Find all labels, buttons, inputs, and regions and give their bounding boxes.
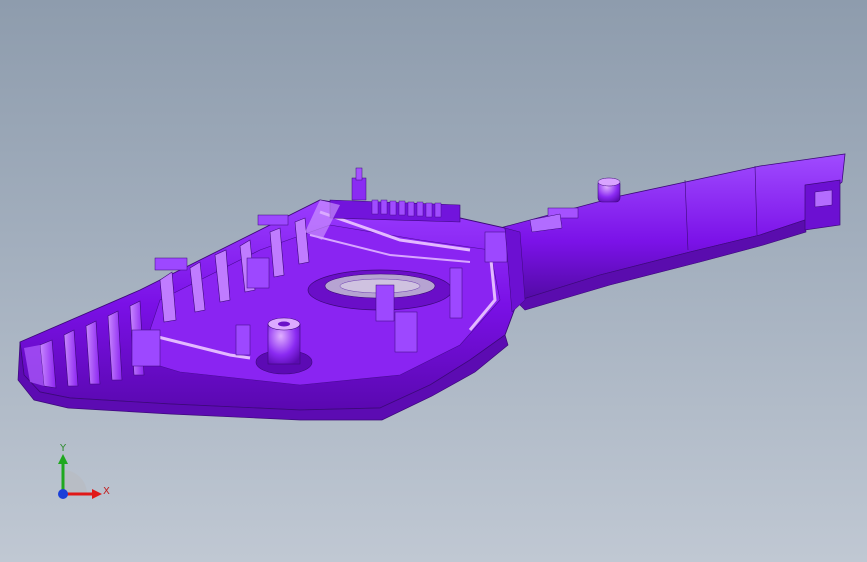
orientation-triad[interactable]: Y X bbox=[48, 440, 118, 510]
x-axis-label: X bbox=[103, 486, 110, 497]
y-axis-label: Y bbox=[60, 443, 67, 454]
axis-triad-icon bbox=[58, 454, 102, 499]
cad-viewport[interactable]: Y X bbox=[0, 0, 867, 562]
3d-part-model[interactable] bbox=[0, 0, 867, 562]
part-tray bbox=[17, 167, 563, 421]
part-arm bbox=[499, 153, 846, 311]
